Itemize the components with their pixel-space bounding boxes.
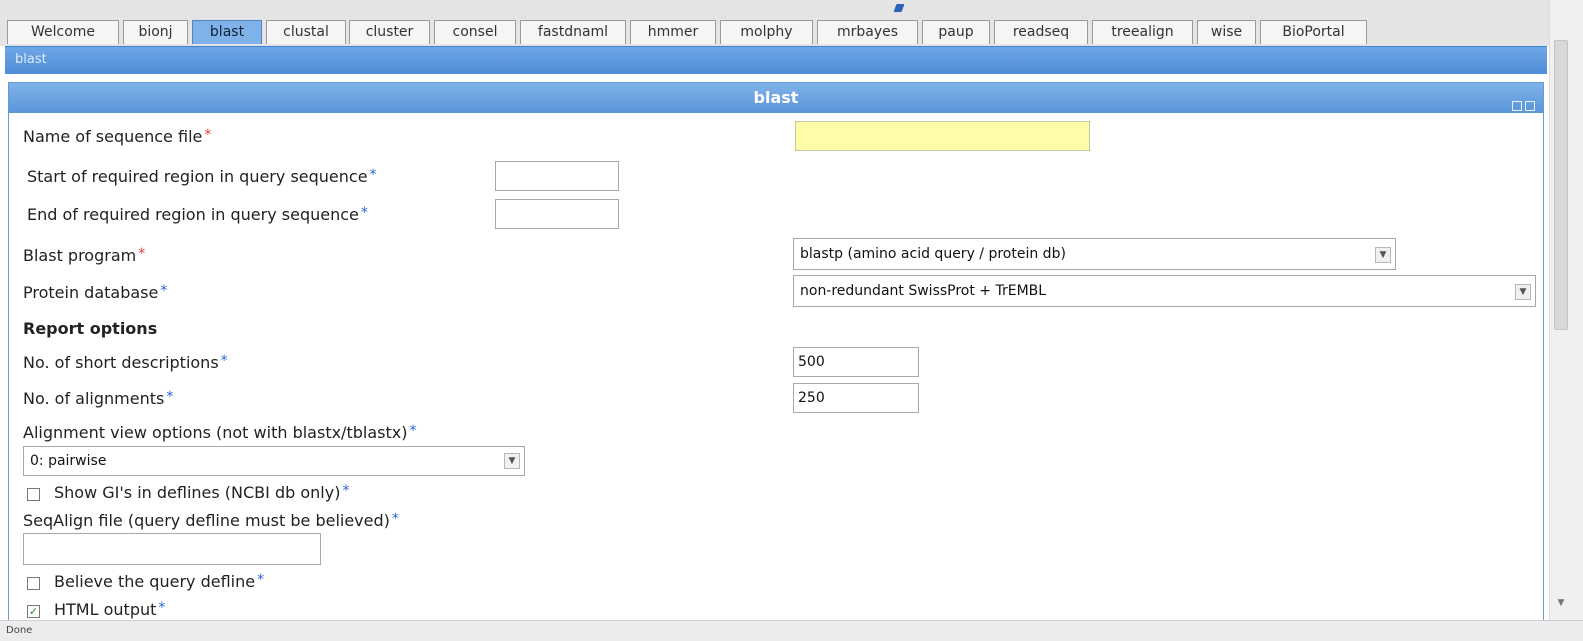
panel-header: blast [9, 83, 1543, 113]
tab-molphy[interactable]: molphy [720, 20, 813, 44]
protein-database-select[interactable]: non-redundant SwissProt + TrEMBL ▼ [793, 275, 1536, 307]
short-descriptions-input[interactable]: 500 [793, 347, 919, 377]
required-mark: * [360, 205, 368, 221]
tab-bioportal[interactable]: BioPortal [1260, 20, 1367, 44]
breadcrumb: blast [5, 46, 1547, 74]
blast-panel: blast Name of sequence file * Start of re… [8, 82, 1544, 630]
scrollbar-thumb[interactable] [1554, 40, 1568, 330]
html-output-label: HTML output * [54, 600, 166, 619]
panel-title: blast [753, 88, 799, 107]
required-mark: * [257, 572, 265, 588]
tab-paup[interactable]: paup [922, 20, 990, 44]
tab-consel[interactable]: consel [434, 20, 516, 44]
believe-defline-label: Believe the query defline * [54, 572, 265, 591]
html-output-checkbox[interactable]: ✓ [27, 605, 40, 618]
alignments-label: No. of alignments * [23, 389, 174, 408]
alignments-input[interactable]: 250 [793, 383, 919, 413]
required-mark: * [220, 353, 228, 369]
seqalign-label: SeqAlign file (query defline must be bel… [23, 511, 399, 530]
seq-file-label: Name of sequence file * [23, 127, 212, 146]
tab-blast[interactable]: blast [192, 20, 262, 44]
start-region-input[interactable] [495, 161, 619, 191]
required-mark: * [138, 246, 146, 262]
alignment-view-label: Alignment view options (not with blastx/… [23, 423, 417, 442]
tab-fastdnaml[interactable]: fastdnaml [520, 20, 626, 44]
tab-clustal[interactable]: clustal [266, 20, 346, 44]
alignment-view-select[interactable]: 0: pairwise ▼ [23, 446, 525, 476]
required-mark: * [342, 483, 350, 499]
chevron-down-icon[interactable]: ▼ [504, 453, 520, 469]
chevron-down-icon[interactable]: ▼ [1515, 284, 1531, 300]
blast-program-select[interactable]: blastp (amino acid query / protein db) ▼ [793, 238, 1396, 270]
required-mark: * [204, 127, 212, 143]
maximize-icon[interactable] [1525, 101, 1535, 111]
tab-mrbayes[interactable]: mrbayes [817, 20, 918, 44]
short-descriptions-label: No. of short descriptions * [23, 353, 228, 372]
believe-defline-checkbox[interactable] [27, 577, 40, 590]
required-mark: * [158, 600, 166, 616]
panel-controls [1509, 91, 1535, 121]
status-text: Done [6, 625, 33, 636]
status-bar: Done [0, 620, 1583, 641]
required-mark: * [369, 167, 377, 183]
required-mark: * [160, 283, 168, 299]
tab-cluster[interactable]: cluster [349, 20, 430, 44]
seq-file-input[interactable] [795, 121, 1090, 151]
report-options-heading: Report options [23, 319, 158, 338]
tab-treealign[interactable]: treealign [1092, 20, 1193, 44]
tab-bionj[interactable]: bionj [123, 20, 188, 44]
tab-bar: Welcome bionj blast clustal cluster cons… [0, 0, 1549, 46]
tab-welcome[interactable]: Welcome [7, 20, 119, 44]
required-mark: * [166, 389, 174, 405]
seqalign-file-input[interactable] [23, 533, 321, 565]
tab-readseq[interactable]: readseq [994, 20, 1088, 44]
tab-wise[interactable]: wise [1197, 20, 1256, 44]
required-mark: * [409, 423, 417, 439]
tab-hmmer[interactable]: hmmer [630, 20, 716, 44]
start-region-label: Start of required region in query sequen… [27, 167, 377, 186]
show-gi-checkbox[interactable] [27, 488, 40, 501]
required-mark: * [391, 511, 399, 527]
chevron-down-icon[interactable]: ▼ [1375, 247, 1391, 263]
blast-program-label: Blast program * [23, 246, 146, 265]
scroll-down-icon[interactable]: ▼ [1554, 596, 1568, 610]
protein-database-label: Protein database * [23, 283, 168, 302]
end-region-input[interactable] [495, 199, 619, 229]
show-gi-label: Show GI's in deflines (NCBI db only) * [54, 483, 350, 502]
end-region-label: End of required region in query sequence… [27, 205, 368, 224]
minimize-icon[interactable] [1512, 101, 1522, 111]
indicator-icon [893, 4, 905, 12]
vertical-scrollbar[interactable]: ▼ [1549, 0, 1583, 630]
